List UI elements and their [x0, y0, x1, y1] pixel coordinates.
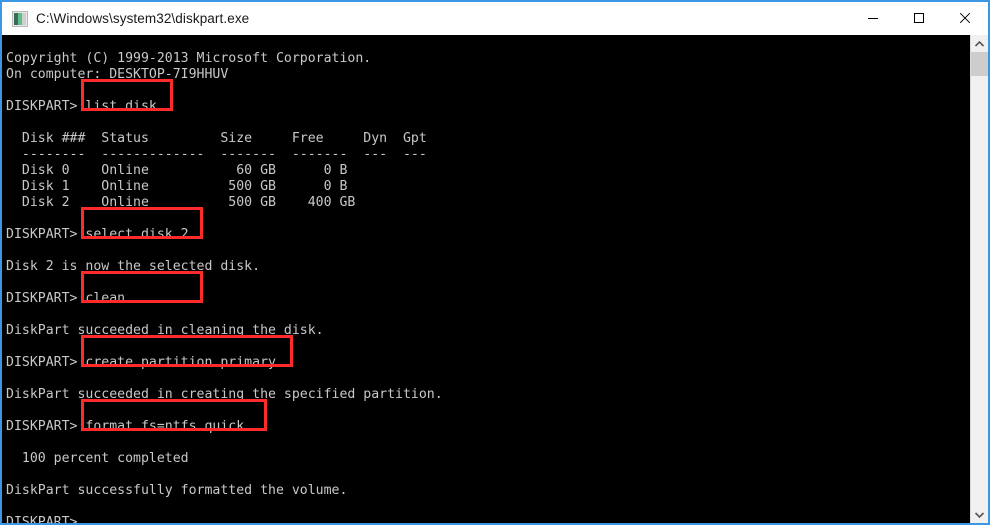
minimize-icon [868, 17, 878, 19]
close-icon [959, 12, 971, 23]
console-output-area[interactable]: Copyright (C) 1999-2013 Microsoft Corpor… [2, 35, 988, 523]
scrollbar-down-button[interactable] [971, 506, 988, 523]
close-button[interactable] [942, 2, 988, 33]
window-controls [850, 2, 988, 33]
minimize-button[interactable] [850, 2, 896, 33]
window-title: C:\Windows\system32\diskpart.exe [36, 11, 250, 26]
title-bar[interactable]: C:\Windows\system32\diskpart.exe [2, 2, 988, 35]
chevron-up-icon [975, 40, 984, 47]
scrollbar-thumb[interactable] [971, 52, 988, 76]
console-scrollbar[interactable] [970, 35, 988, 523]
scrollbar-up-button[interactable] [971, 35, 988, 52]
console-app-icon [12, 10, 28, 27]
maximize-button[interactable] [896, 2, 942, 33]
maximize-icon [914, 12, 924, 23]
diskpart-window: C:\Windows\system32\diskpart.exe Copyrig… [0, 0, 990, 525]
console-text: Copyright (C) 1999-2013 Microsoft Corpor… [6, 51, 443, 523]
chevron-down-icon [975, 511, 984, 518]
